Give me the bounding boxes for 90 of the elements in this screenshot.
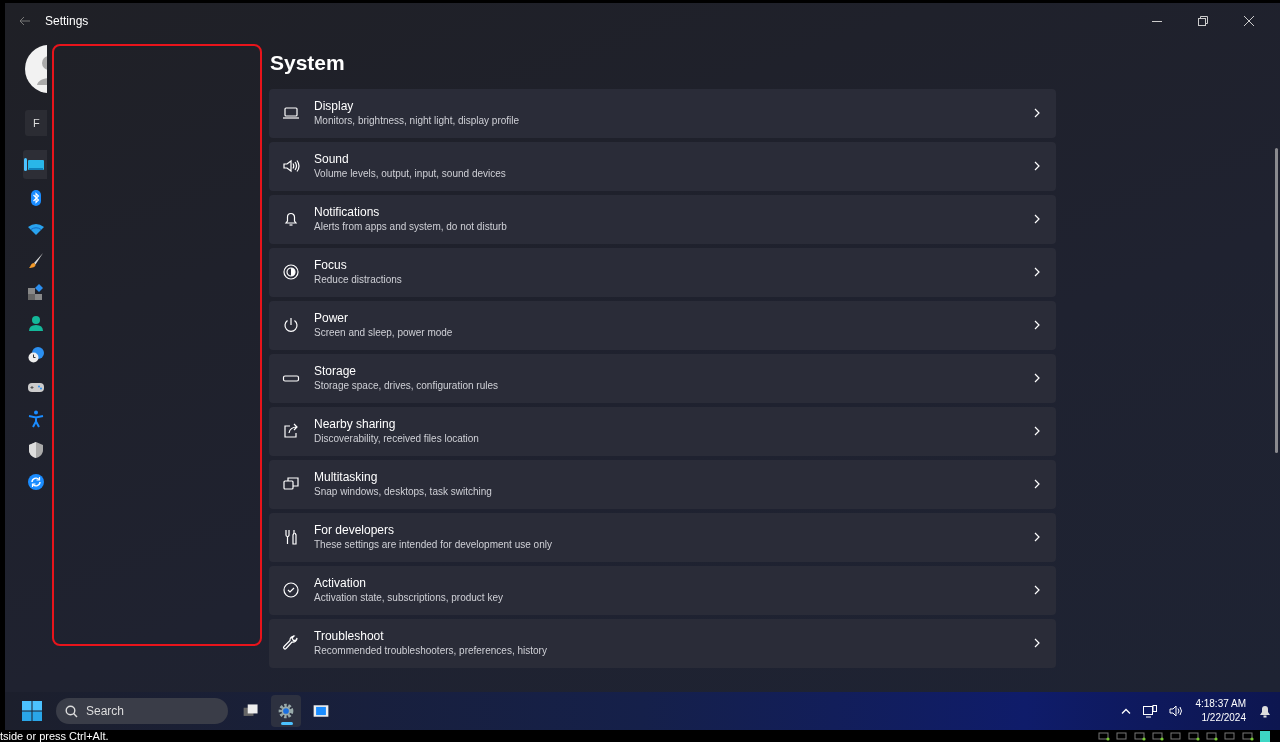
bell-icon (282, 210, 300, 228)
item-description: Activation state, subscriptions, product key (314, 591, 504, 604)
chevron-right-icon (1034, 479, 1040, 489)
item-description: Reduce distractions (314, 273, 403, 286)
apps-icon (27, 283, 45, 302)
settings-item[interactable]: Notifications Alerts from apps and system, do not disturb (269, 194, 1056, 244)
speaker-icon (282, 157, 300, 175)
start-icon[interactable] (22, 701, 42, 721)
chevron-right-icon (1034, 161, 1040, 171)
power-icon (282, 316, 300, 334)
settings-item[interactable]: Nearby sharing Discoverability, received files location (269, 406, 1056, 456)
item-title: Storage (314, 364, 358, 379)
chevron-right-icon (1034, 585, 1040, 595)
close-icon (1244, 16, 1254, 26)
chevron-right-icon (1034, 108, 1040, 118)
chevron-right-icon (1034, 373, 1040, 383)
sync-icon (27, 472, 45, 491)
settings-item[interactable]: Power Screen and sleep, power mode (269, 300, 1056, 350)
item-description: Alerts from apps and system, do not disturb (314, 220, 508, 233)
drive-icon (282, 374, 300, 382)
settings-item[interactable]: Sound Volume levels, output, input, sound devices (269, 141, 1056, 191)
chevron-right-icon (1034, 214, 1040, 224)
tray-icon[interactable] (1098, 731, 1110, 741)
tray-icon[interactable] (1134, 731, 1146, 741)
item-description: Discoverability, received files location (314, 432, 480, 445)
restore-icon (1198, 16, 1208, 26)
item-description: These settings are intended for development use only (314, 538, 553, 551)
settings-item[interactable]: Multitasking Snap windows, desktops, task switching (269, 459, 1056, 509)
item-title: Nearby sharing (314, 417, 397, 432)
globe-clock-icon (27, 346, 45, 365)
status-text: tside or press Ctrl+Alt. (0, 728, 109, 742)
item-description: Recommended troubleshooters, preferences, history (314, 644, 548, 657)
tray-icon[interactable] (1188, 731, 1200, 741)
clock-date[interactable]: 1/22/2024 (1195, 711, 1246, 725)
avatar-icon[interactable] (25, 45, 47, 93)
item-title: Troubleshoot (314, 629, 385, 644)
settings-item[interactable]: Troubleshoot Recommended troubleshooters, preferences, history (269, 618, 1056, 668)
item-title: Multitasking (314, 470, 379, 485)
chevron-right-icon (1034, 320, 1040, 330)
taskbar-app[interactable] (271, 695, 301, 727)
settings-item[interactable]: Activation Activation state, subscriptions, product key (269, 565, 1056, 615)
item-title: For developers (314, 523, 396, 538)
tray-icon[interactable] (1206, 731, 1218, 741)
shield-icon (27, 441, 45, 460)
item-title: Sound (314, 152, 350, 167)
settings-item[interactable]: Display Monitors, brightness, night light, display profile (269, 88, 1056, 138)
scrollbar[interactable] (1275, 148, 1278, 453)
item-title: Power (314, 311, 349, 326)
settings-item[interactable]: Storage Storage space, drives, configuration rules (269, 353, 1056, 403)
focus-icon (282, 263, 300, 281)
chevron-right-icon (1034, 267, 1040, 277)
tray-icon[interactable] (1152, 731, 1164, 741)
chevron-up-icon[interactable] (1121, 708, 1132, 714)
check-circle-icon (282, 581, 300, 599)
tray-icon[interactable] (1242, 731, 1254, 741)
nav-item[interactable] (23, 150, 47, 179)
laptop-icon (282, 104, 300, 122)
settings-item[interactable]: For developers These settings are intended for development use only (269, 512, 1056, 562)
volume-icon[interactable] (1169, 705, 1184, 717)
search-field[interactable]: F (25, 110, 47, 136)
wrench-icon (282, 634, 300, 652)
person-icon (27, 314, 45, 333)
page-title: System (270, 50, 346, 76)
back-icon[interactable] (19, 16, 31, 26)
minimize-icon (1152, 20, 1162, 22)
notification-icon[interactable] (1258, 704, 1272, 718)
item-title: Activation (314, 576, 368, 591)
network-icon[interactable] (1143, 704, 1158, 718)
search-field[interactable]: Search (56, 698, 228, 724)
item-title: Display (314, 99, 355, 114)
chevron-right-icon (1034, 426, 1040, 436)
item-description: Screen and sleep, power mode (314, 326, 454, 339)
accessibility-icon (27, 409, 45, 428)
item-description: Snap windows, desktops, task switching (314, 485, 493, 498)
item-title: Focus (314, 258, 348, 273)
item-title: Notifications (314, 205, 381, 220)
tray-icon[interactable] (1260, 730, 1270, 742)
item-description: Volume levels, output, input, sound devices (314, 167, 507, 180)
chevron-right-icon (1034, 638, 1040, 648)
search-placeholder: Search (86, 703, 125, 720)
clock-time[interactable]: 4:18:37 AM (1195, 697, 1246, 711)
windows-icon (282, 475, 300, 493)
search-icon (65, 704, 78, 718)
item-description: Monitors, brightness, night light, display profile (314, 114, 521, 127)
share-icon (282, 422, 300, 440)
item-description: Storage space, drives, configuration rules (314, 379, 499, 392)
window-title: Settings (45, 13, 89, 30)
tools-icon (282, 528, 300, 546)
chevron-right-icon (1034, 532, 1040, 542)
settings-item[interactable]: Focus Reduce distractions (269, 247, 1056, 297)
